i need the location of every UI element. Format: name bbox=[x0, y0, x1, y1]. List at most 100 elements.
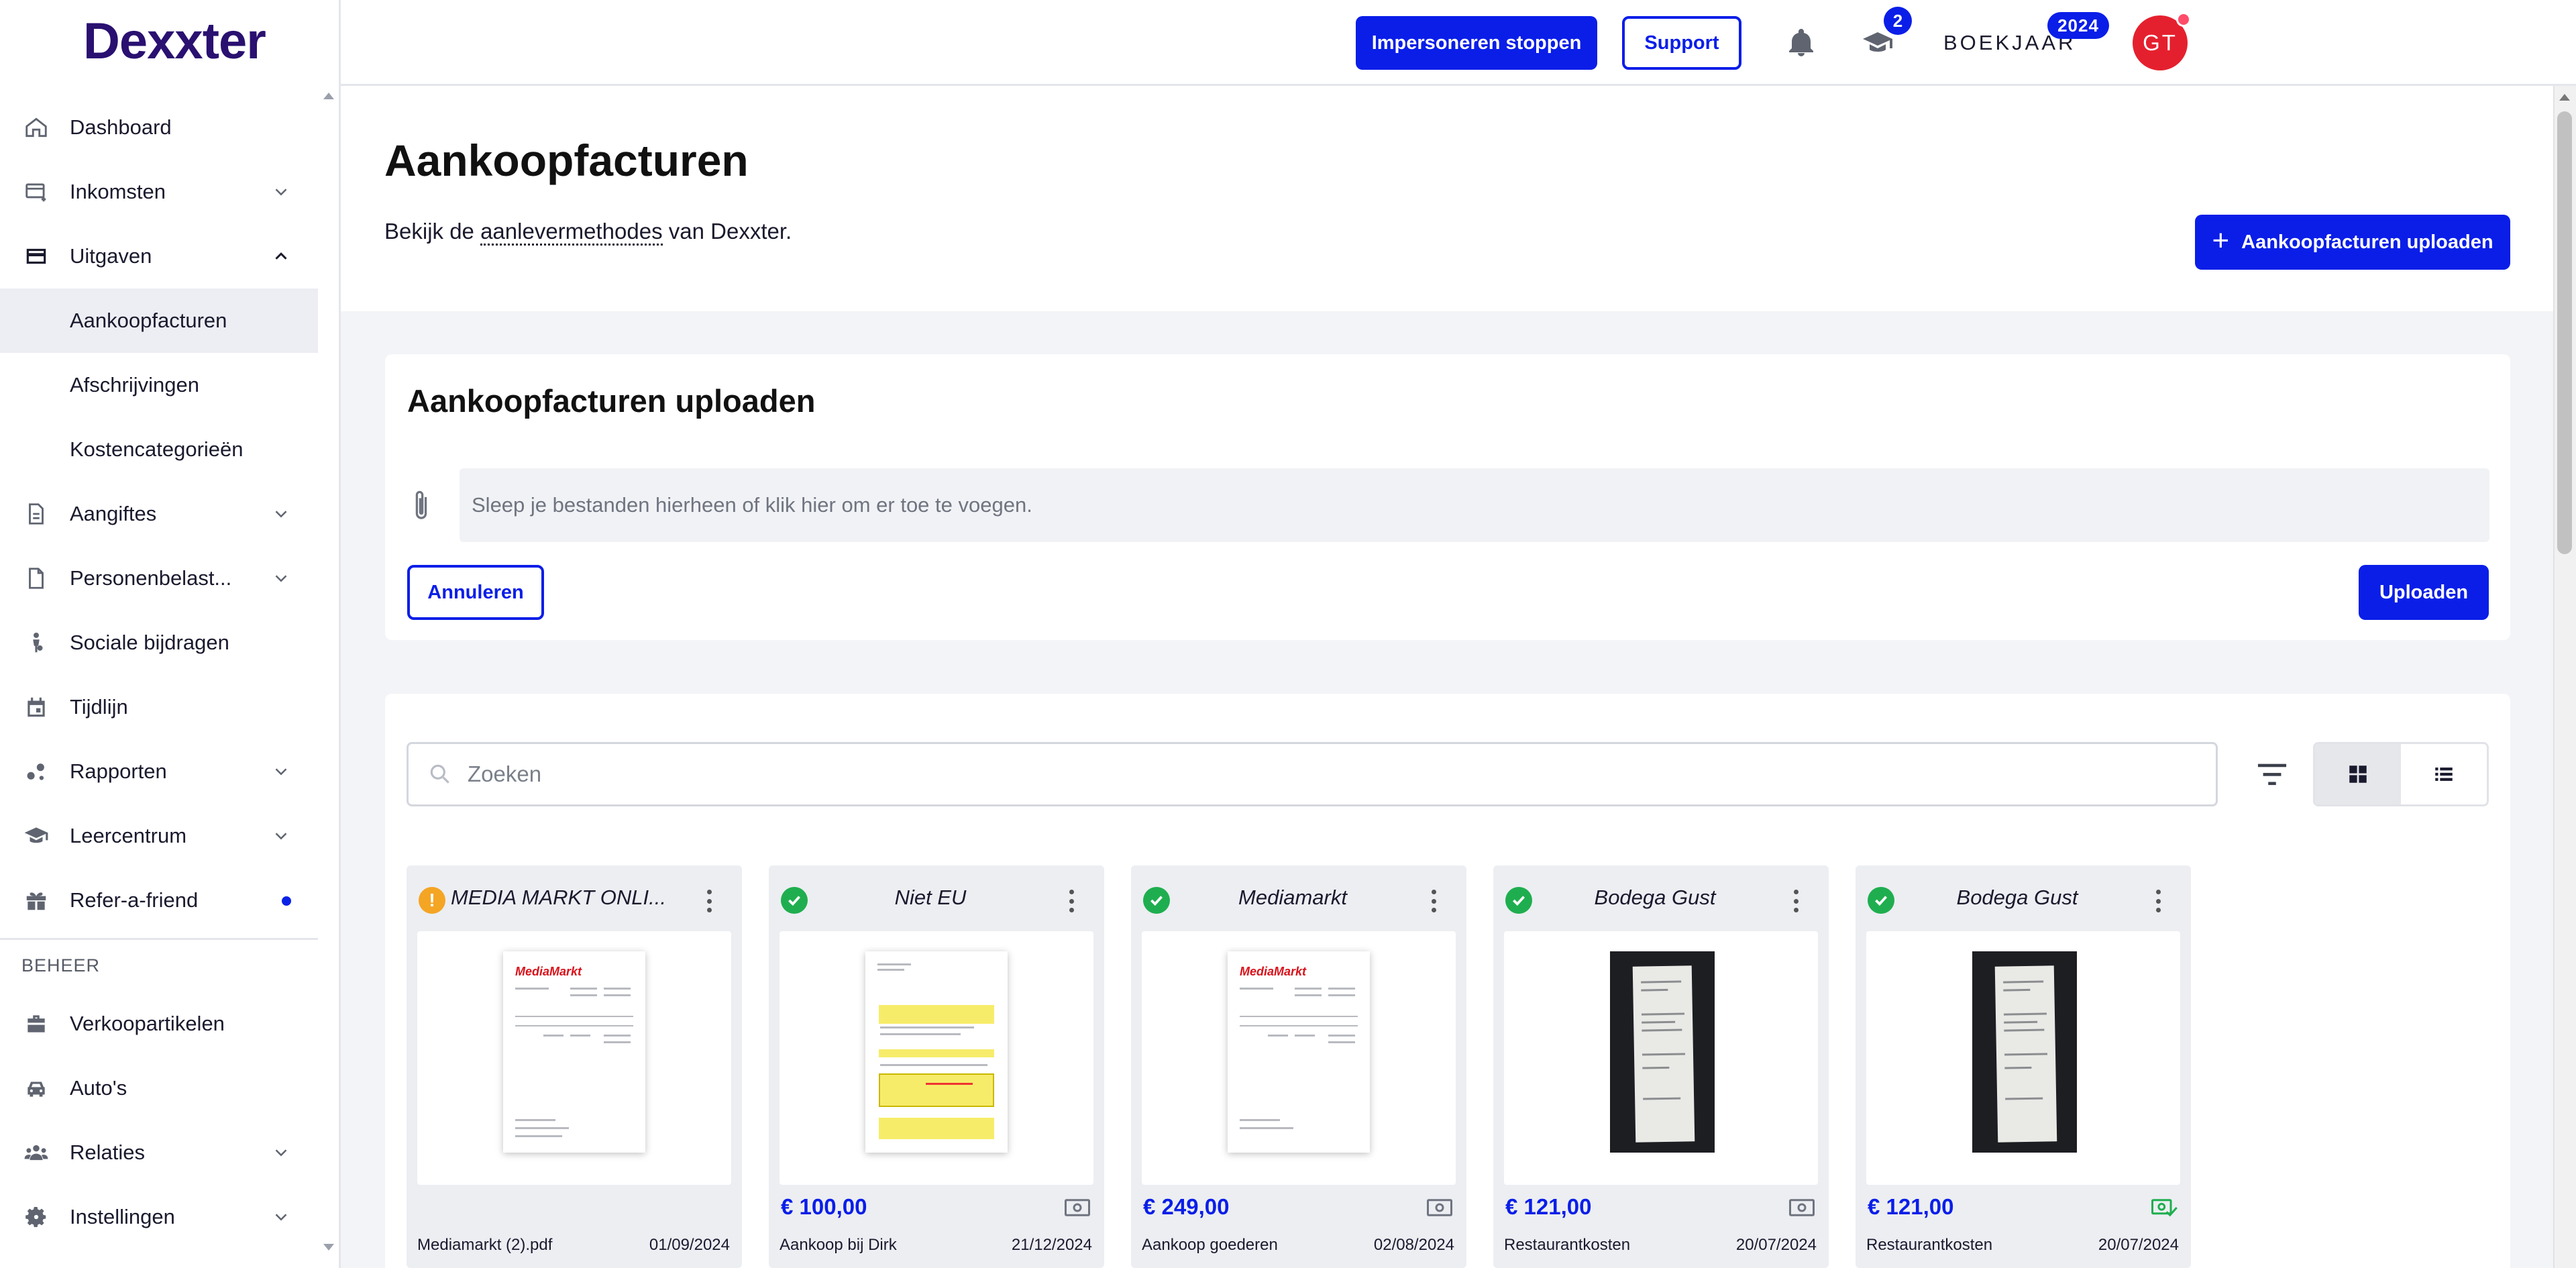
sidebar-item-label: Instellingen bbox=[70, 1205, 175, 1228]
stop-impersonating-button[interactable]: Impersoneren stoppen bbox=[1356, 16, 1597, 70]
gear-icon bbox=[23, 1204, 50, 1230]
upload-submit-button[interactable]: Uploaden bbox=[2359, 565, 2489, 620]
invoice-description: Restaurantkosten bbox=[1866, 1236, 1993, 1254]
invoice-supplier: Mediamarkt bbox=[1238, 886, 1347, 909]
plus-icon: + bbox=[2212, 224, 2230, 257]
chevron-down-icon bbox=[275, 768, 287, 776]
sidebar-item-tijdlijn[interactable]: Tijdlijn bbox=[0, 675, 318, 739]
search-input[interactable] bbox=[468, 761, 2185, 787]
notification-count-badge: 2 bbox=[1884, 7, 1912, 35]
cash-icon bbox=[1065, 1199, 1090, 1216]
sidebar-item-rapporten[interactable]: Rapporten bbox=[0, 739, 318, 804]
sidebar-scroll-up-arrow[interactable] bbox=[323, 93, 334, 99]
yellow-invoice-preview bbox=[865, 951, 1008, 1153]
sidebar-item-sociale-bijdragen[interactable]: Sociale bijdragen bbox=[0, 611, 318, 675]
scrollbar-thumb[interactable] bbox=[2557, 111, 2572, 554]
sidebar-item-leercentrum[interactable]: Leercentrum bbox=[0, 804, 318, 868]
more-options-icon[interactable] bbox=[706, 890, 712, 912]
sidebar-item-afschrijvingen[interactable]: Afschrijvingen bbox=[0, 353, 318, 417]
chevron-down-icon bbox=[275, 1149, 287, 1157]
home-icon bbox=[23, 114, 50, 141]
sidebar-item-relaties[interactable]: Relaties bbox=[0, 1120, 318, 1185]
more-options-icon[interactable] bbox=[1430, 890, 1437, 912]
scroll-up-arrow[interactable] bbox=[2559, 94, 2570, 101]
sidebar-item-label: Kostencategorieën bbox=[70, 437, 244, 461]
invoice-thumbnail: MediaMarkt bbox=[1142, 931, 1456, 1185]
warning-icon: ! bbox=[419, 887, 445, 914]
sidebar-item-label: Refer-a-friend bbox=[70, 888, 199, 912]
cancel-button[interactable]: Annuleren bbox=[407, 565, 544, 620]
invoice-card[interactable]: Bodega Gust € 121,00 Restaurantkosten 20… bbox=[1856, 865, 2191, 1268]
invoice-supplier: Bodega Gust bbox=[1594, 886, 1716, 909]
invoice-description: Aankoop goederen bbox=[1142, 1236, 1278, 1254]
invoice-amount: € 121,00 bbox=[1505, 1194, 1592, 1219]
upload-panel-title: Aankoopfacturen uploaden bbox=[407, 383, 816, 419]
sidebar-item-aankoopfacturen[interactable]: Aankoopfacturen bbox=[0, 288, 318, 353]
invoice-description: Mediamarkt (2).pdf bbox=[417, 1236, 553, 1254]
grid-view-button[interactable] bbox=[2315, 744, 2401, 804]
fiscal-year-badge[interactable]: 2024 bbox=[2047, 12, 2109, 39]
sidebar-item-instellingen[interactable]: Instellingen bbox=[0, 1185, 318, 1249]
invoice-amount: € 249,00 bbox=[1143, 1194, 1230, 1219]
more-options-icon[interactable] bbox=[2155, 890, 2161, 912]
check-circle-icon bbox=[1868, 887, 1894, 914]
sidebar-item-label: Aangiftes bbox=[70, 502, 157, 525]
sidebar-item-label: Aankoopfacturen bbox=[70, 309, 227, 332]
invoice-supplier: MEDIA MARKT ONLI... bbox=[451, 886, 666, 909]
avatar-status-dot bbox=[2176, 12, 2191, 27]
sidebar-item-kostencategorieen[interactable]: Kostencategorieën bbox=[0, 417, 318, 482]
sidebar-item-dashboard[interactable]: Dashboard bbox=[0, 95, 318, 160]
aanlevermethodes-link[interactable]: aanlevermethodes bbox=[480, 219, 663, 246]
sidebar: Dexxter Dashboard Inkomsten Uitgaven Aan… bbox=[0, 0, 341, 1268]
upload-invoices-button-label: Aankoopfacturen uploaden bbox=[2241, 231, 2493, 253]
list-icon bbox=[2435, 768, 2453, 781]
grid-icon bbox=[2349, 765, 2367, 783]
sidebar-item-verkoopartikelen[interactable]: Verkoopartikelen bbox=[0, 992, 318, 1056]
sidebar-item-personenbelasting[interactable]: Personenbelast... bbox=[0, 546, 318, 611]
invoice-supplier: Niet EU bbox=[894, 886, 967, 909]
invoice-card[interactable]: Niet EU € 100,00 Aankoop bij Dirk 21/12/… bbox=[769, 865, 1104, 1268]
invoice-thumbnail: MediaMarkt bbox=[417, 931, 731, 1185]
file-dropzone[interactable]: Sleep je bestanden hierheen of klik hier… bbox=[460, 468, 2489, 542]
sidebar-item-refer-a-friend[interactable]: Refer-a-friend bbox=[0, 868, 318, 933]
search-box[interactable] bbox=[407, 742, 2218, 806]
filter-icon[interactable] bbox=[2257, 761, 2288, 788]
more-options-icon[interactable] bbox=[1068, 890, 1075, 912]
invoice-card[interactable]: ! MEDIA MARKT ONLI... MediaMarkt Mediama… bbox=[407, 865, 742, 1268]
paperclip-icon bbox=[415, 490, 427, 519]
dexxter-logo[interactable]: Dexxter bbox=[83, 12, 266, 70]
list-view-button[interactable] bbox=[2401, 744, 2487, 804]
cash-icon bbox=[1789, 1199, 1815, 1216]
invoice-date: 02/08/2024 bbox=[1373, 1236, 1454, 1254]
page-title: Aankoopfacturen bbox=[384, 136, 749, 185]
invoice-card[interactable]: Bodega Gust € 121,00 Restaurantkosten 20… bbox=[1493, 865, 1829, 1268]
chevron-down-icon bbox=[275, 1214, 287, 1221]
upload-panel: Aankoopfacturen uploaden Sleep je bestan… bbox=[385, 354, 2510, 640]
cash-icon bbox=[1427, 1199, 1452, 1216]
sidebar-scroll-down-arrow[interactable] bbox=[323, 1244, 334, 1251]
chevron-down-icon bbox=[275, 189, 287, 196]
subtitle-text-after: van Dexxter. bbox=[662, 219, 792, 244]
mediamarkt-invoice-preview: MediaMarkt bbox=[503, 951, 645, 1153]
graduation-cap-icon bbox=[23, 823, 50, 849]
sidebar-item-inkomsten[interactable]: Inkomsten bbox=[0, 160, 318, 224]
sidebar-item-uitgaven[interactable]: Uitgaven bbox=[0, 224, 318, 288]
sidebar-item-label: Personenbelast... bbox=[70, 566, 232, 590]
invoice-thumbnail bbox=[1866, 931, 2180, 1185]
sidebar-item-aangiftes[interactable]: Aangiftes bbox=[0, 482, 318, 546]
notification-dot bbox=[282, 896, 291, 906]
sidebar-nav: Dashboard Inkomsten Uitgaven Aankoopfact… bbox=[0, 95, 318, 1249]
sidebar-item-autos[interactable]: Auto's bbox=[0, 1056, 318, 1120]
sidebar-item-label: Leercentrum bbox=[70, 824, 187, 847]
invoice-card[interactable]: Mediamarkt MediaMarkt € 249,00 Aankoop g… bbox=[1131, 865, 1466, 1268]
file-icon bbox=[23, 565, 50, 592]
invoice-supplier: Bodega Gust bbox=[1956, 886, 2078, 909]
bell-icon[interactable] bbox=[1785, 27, 1817, 59]
upload-invoices-button[interactable]: + Aankoopfacturen uploaden bbox=[2195, 215, 2510, 270]
support-button[interactable]: Support bbox=[1622, 16, 1741, 70]
invoices-panel: ! MEDIA MARKT ONLI... MediaMarkt Mediama… bbox=[385, 694, 2510, 1268]
more-options-icon[interactable] bbox=[1792, 890, 1799, 912]
invoice-date: 01/09/2024 bbox=[649, 1236, 730, 1254]
chevron-down-icon bbox=[275, 511, 287, 518]
view-toggle bbox=[2313, 742, 2489, 806]
